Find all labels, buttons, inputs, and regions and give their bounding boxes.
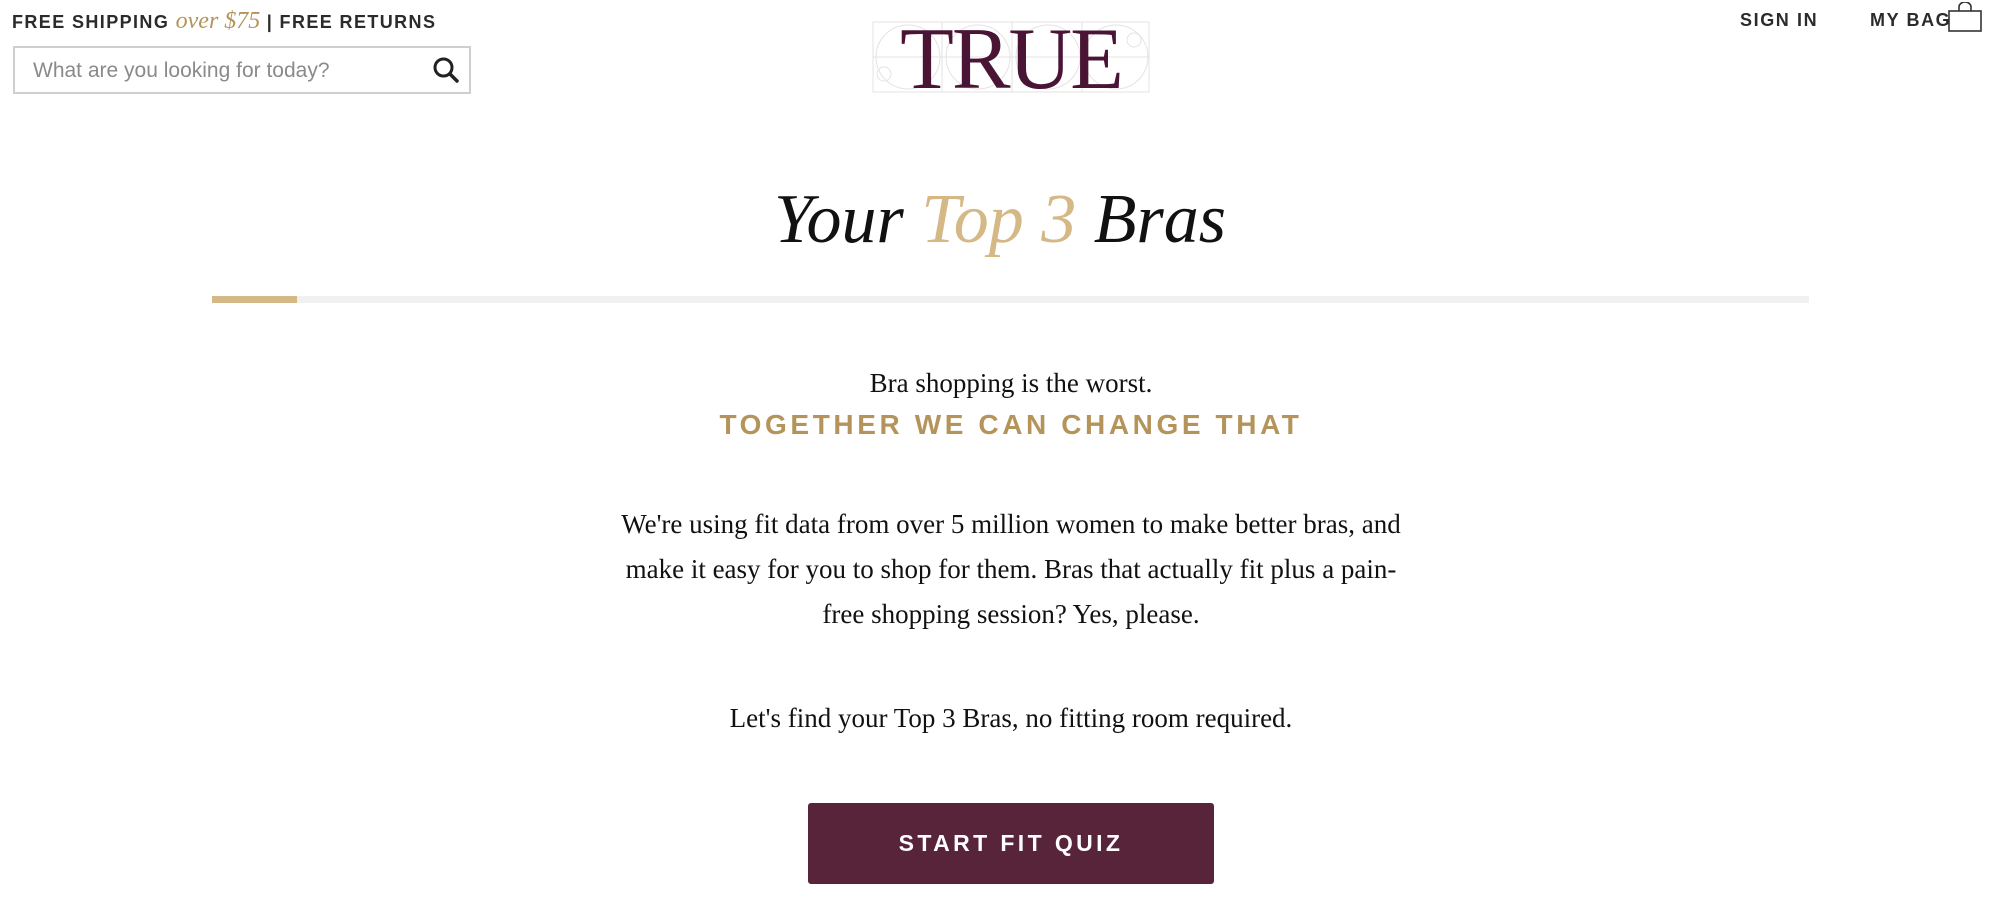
promo-banner: FREE SHIPPING over $75 | FREE RETURNS <box>12 8 436 35</box>
brand-logo[interactable]: TRUE <box>872 11 1150 108</box>
intro-paragraph: We're using fit data from over 5 million… <box>555 502 1467 637</box>
subheading: TOGETHER WE CAN CHANGE THAT <box>719 409 1303 440</box>
title-prefix: Your <box>773 181 904 258</box>
free-returns-label: FREE RETURNS <box>279 12 437 32</box>
progress-fill <box>212 296 297 303</box>
intro-line-2: make it easy for you to shop for them. B… <box>625 554 1397 584</box>
title-highlight: Top 3 <box>921 181 1077 258</box>
shipping-threshold: over $75 <box>175 8 261 34</box>
tagline: Bra shopping is the worst. <box>869 368 1153 398</box>
cta-note: Let's find your Top 3 Bras, no fitting r… <box>729 703 1293 733</box>
title-suffix: Bras <box>1093 181 1226 258</box>
free-shipping-label: FREE SHIPPING <box>12 12 170 32</box>
shopping-bag-icon[interactable] <box>1948 1 1982 32</box>
intro-line-1: We're using fit data from over 5 million… <box>621 509 1401 539</box>
search-input[interactable] <box>31 48 415 94</box>
logo-wordmark: TRUE <box>900 12 1122 104</box>
promo-separator: | <box>266 12 274 32</box>
page-title: Your Top 3 Bras <box>0 180 1999 260</box>
search-box <box>13 46 471 94</box>
intro-line-3: free shopping session? Yes, please. <box>822 599 1200 629</box>
search-icon[interactable] <box>431 55 461 85</box>
sign-in-link[interactable]: SIGN IN <box>1740 10 1818 31</box>
quiz-progress-bar <box>212 296 1809 303</box>
my-bag-link[interactable]: MY BAG <box>1870 10 1951 31</box>
start-fit-quiz-button[interactable]: START FIT QUIZ <box>808 803 1214 884</box>
